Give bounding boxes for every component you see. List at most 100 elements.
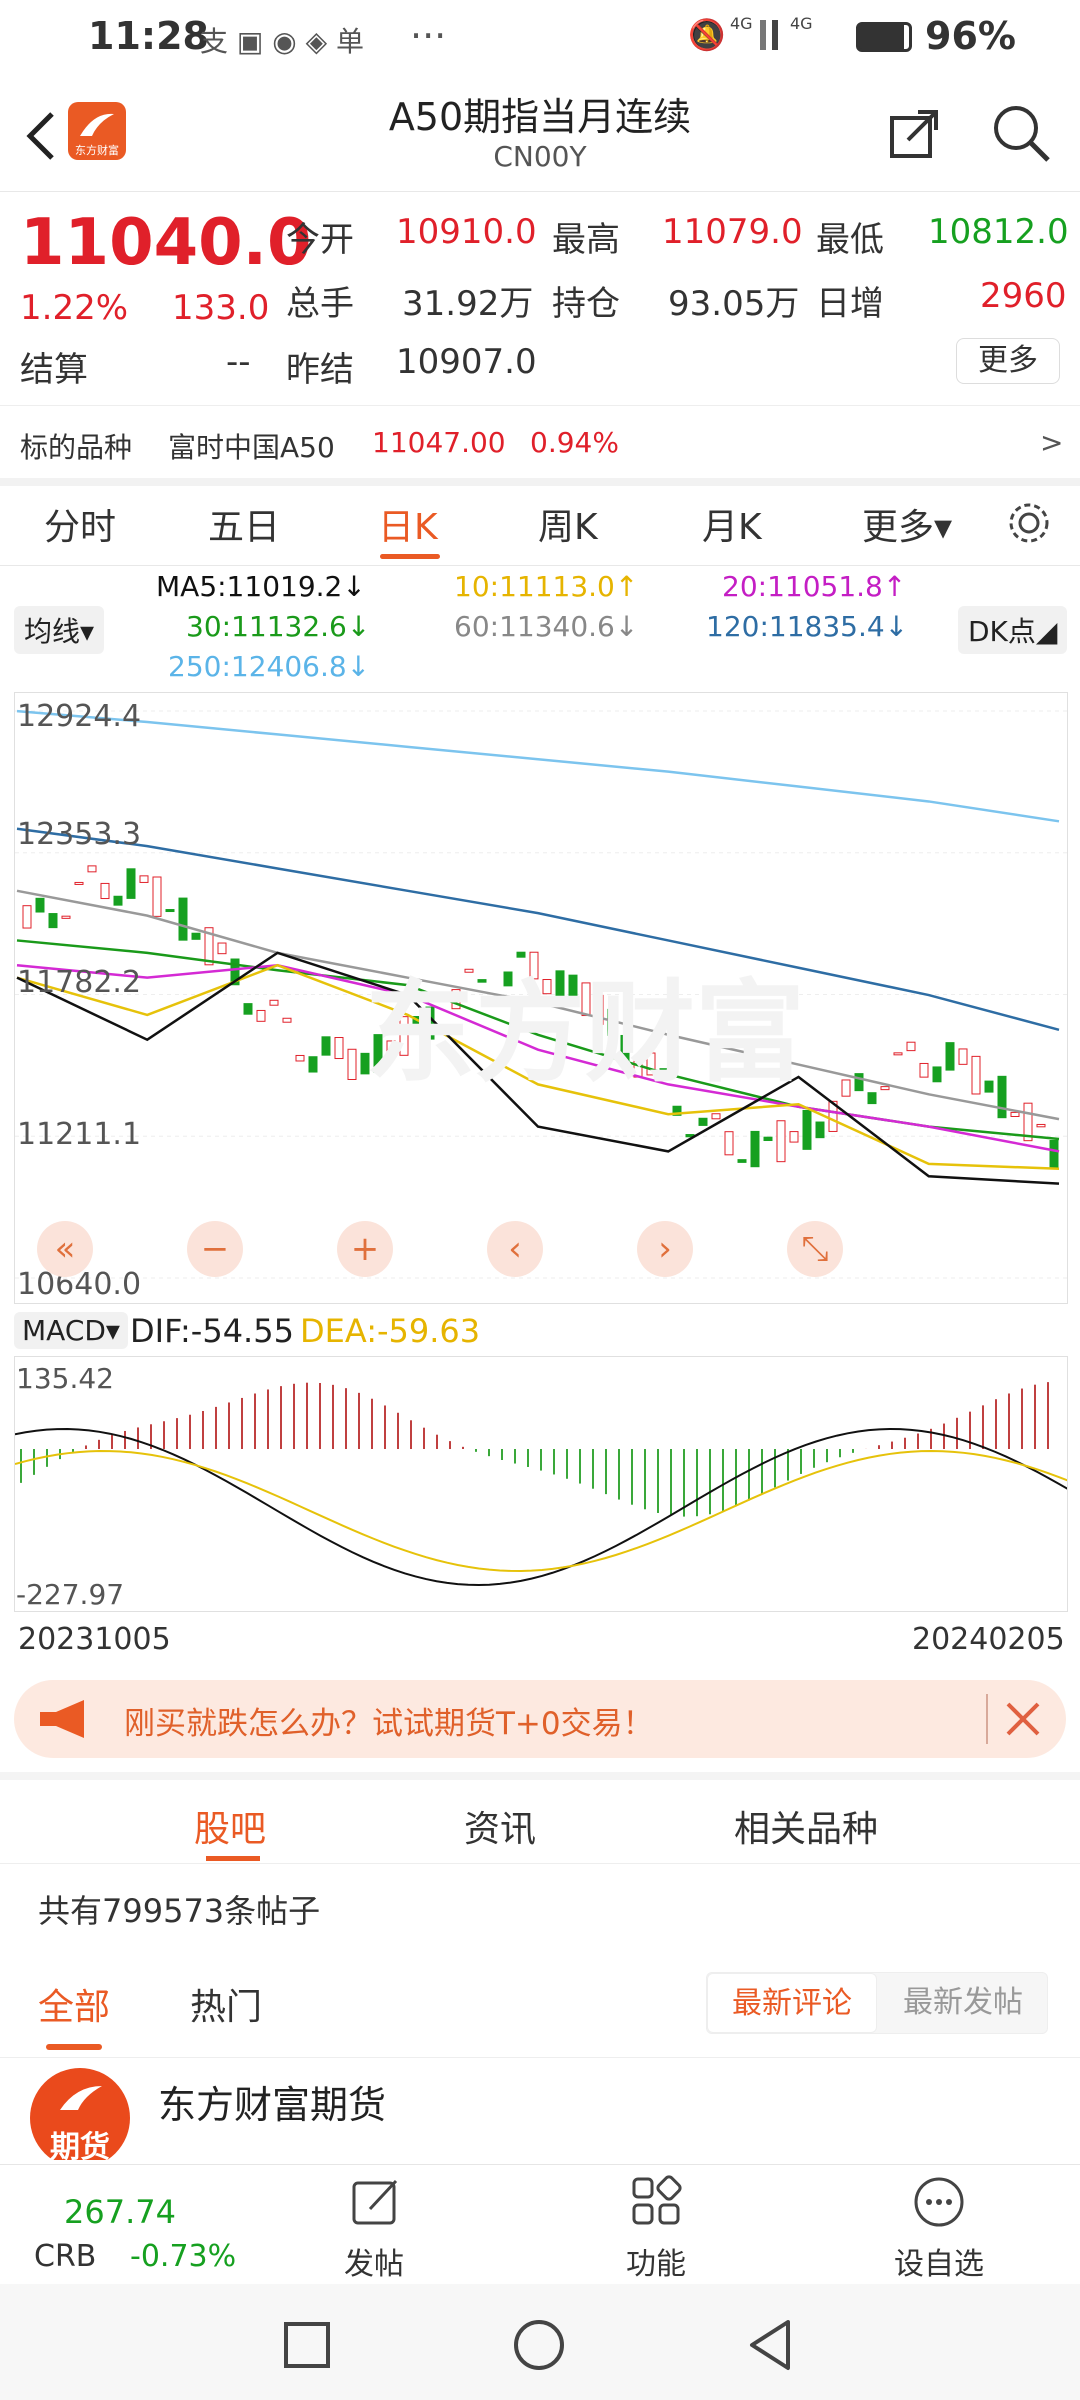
forum-tabs: 股吧 资讯 相关品种 [0,1772,1080,1864]
status-bar: 11:28 支 ▣ ◉ ◈ 单 ··· 🔕 4G 4G 96% [0,0,1080,80]
share-icon[interactable] [888,106,942,160]
edit-icon[interactable] [350,2175,402,2227]
dk-point-toggle[interactable]: DK点◢ [958,606,1068,654]
battery-icon [856,22,912,52]
open-label: 今开 [286,220,354,260]
zoom-out-icon[interactable]: − [187,1221,243,1277]
underlying-name: 富时中国A50 [168,431,335,464]
filter-bar: 全部 热门 最新评论 最新发帖 [0,1948,1080,2058]
candle [282,1017,292,1023]
y-tick-4: 11211.1 [17,1117,142,1152]
candle [932,1066,942,1083]
filter-all[interactable]: 全部 [38,1978,110,2030]
post-item[interactable]: 期货 东方财富期货 [0,2060,1080,2160]
candle [1049,1139,1059,1168]
daily-inc-label: 日增 [816,284,884,324]
sort-latest-comment[interactable]: 最新评论 [707,1973,877,2033]
chevron-right-icon: > [1040,426,1064,459]
zoom-in-icon[interactable]: + [337,1221,393,1277]
crb-pct: -0.73% [130,2239,237,2274]
indicator-selector[interactable]: MACD▾ [14,1312,128,1349]
kline-chart[interactable]: 东方财富 12924.4 12353.3 11782.2 11211.1 106… [14,692,1068,1304]
ma60-value: 60:11340.6↓ [454,610,639,643]
settings-gear-icon[interactable] [1006,500,1052,546]
tab-monthly-k[interactable]: 月K [702,498,762,550]
recent-apps-icon[interactable] [282,2320,332,2370]
sort-latest-post[interactable]: 最新发帖 [879,1973,1047,2033]
ma20-value: 20:11051.8↑ [722,570,907,603]
ma30-value: 30:11132.6↓ [186,610,371,643]
date-end: 20240205 [912,1622,1065,1657]
tab-daily-k[interactable]: 日K [378,498,438,550]
presettle-value: 10907.0 [396,342,537,382]
candle [711,1113,721,1120]
back-nav-icon[interactable] [744,2318,794,2372]
function-grid-icon[interactable] [630,2175,682,2227]
volume-value: 31.92万 [402,284,534,324]
more-button[interactable]: 更多 [956,338,1060,384]
candle [191,932,201,940]
candle [958,1048,968,1065]
ma-legend: MA5:11019.2↓ 10:11113.0↑ 20:11051.8↑ 均线▾… [0,566,1080,686]
signal-icon-2: 4G [790,14,813,33]
oi-value: 93.05万 [668,284,800,324]
candle [984,1080,994,1093]
filter-indicator [46,2044,102,2050]
volume-label: 总手 [286,284,354,324]
change-percent: 1.22% [20,288,129,328]
more-circle-icon[interactable] [912,2175,966,2229]
forum-tab-indicator [206,1856,260,1861]
function-button[interactable]: 功能 [626,2239,686,2283]
macd-y-bottom: -227.97 [16,1578,125,1611]
y-tick-3: 11782.2 [17,965,142,1000]
scroll-left-icon[interactable]: ‹ [487,1221,543,1277]
settle-label: 结算 [20,350,88,390]
search-icon[interactable] [990,102,1052,164]
tab-weekly-k[interactable]: 周K [538,498,598,550]
candle [74,881,84,885]
add-favorite-button[interactable]: 设自选 [894,2239,984,2283]
high-label: 最高 [552,220,620,260]
post-count: 共有799573条帖子 [38,1892,321,1930]
ma120-value: 120:11835.4↓ [706,610,909,643]
candle [724,1131,734,1156]
ma-selector[interactable]: 均线▾ [14,606,105,654]
candle [295,1054,305,1062]
tab-five-day[interactable]: 五日 [208,498,280,550]
home-icon[interactable] [512,2318,566,2372]
post-button[interactable]: 发帖 [344,2239,404,2283]
ma250-value: 250:12406.8↓ [168,650,371,683]
candle [893,1052,903,1056]
title-bar: 东方财富 A50期指当月连续 CN00Y [0,80,1080,192]
macd-panel[interactable]: MACD▾ DIF:-54.55 DEA:-59.63 135.42 -227.… [14,1308,1068,1614]
tab-intraday[interactable]: 分时 [44,498,116,550]
candle [906,1041,916,1052]
crb-label: CRB [34,2239,97,2274]
tab-related[interactable]: 相关品种 [734,1800,878,1852]
fullscreen-icon[interactable]: ⤡ [787,1221,843,1277]
tab-news[interactable]: 资讯 [464,1800,536,1852]
candle [35,897,45,913]
candle [61,915,71,919]
tab-more[interactable]: 更多▾ [862,498,952,550]
underlying-row[interactable]: 标的品种 富时中国A50 11047.00 0.94% > [0,405,1080,477]
daily-inc-value: 2960 [980,276,1067,316]
date-axis: 20231005 20240205 [0,1618,1080,1668]
candle [776,1120,786,1163]
bottom-nav: 267.74 CRB -0.73% 发帖 功能 设自选 [0,2164,1080,2284]
candle [113,895,123,906]
underlying-pct: 0.94% [530,426,619,459]
candle [750,1130,760,1168]
scroll-start-icon[interactable]: « [37,1221,93,1277]
candle [178,897,188,941]
candle [919,1062,929,1078]
notification-icons: 支 ▣ ◉ ◈ 单 [200,25,365,58]
close-icon[interactable] [1004,1700,1042,1738]
candle [945,1042,955,1071]
tab-guba[interactable]: 股吧 [194,1800,266,1852]
promo-banner[interactable]: 刚买就跌怎么办？试试期货T+0交易！ [14,1680,1066,1758]
filter-hot[interactable]: 热门 [190,1978,262,2030]
candle [139,875,149,883]
scroll-right-icon[interactable]: › [637,1221,693,1277]
y-tick-top: 12924.4 [17,699,142,734]
